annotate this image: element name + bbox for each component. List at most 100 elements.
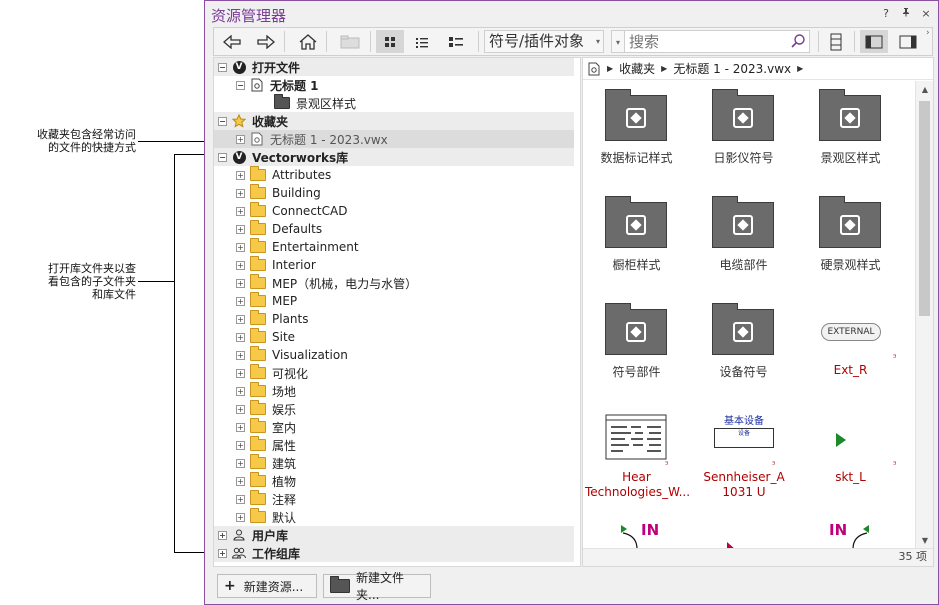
- resource-item-symbol[interactable]: ᴲ Hear Technologies_W...: [583, 402, 690, 502]
- resource-item-symbol[interactable]: EXTERNAL ᴲ Ext_R: [797, 295, 904, 395]
- tree-item-library-folder[interactable]: + Defaults: [214, 220, 574, 238]
- tree-item-library-folder[interactable]: + Visualization: [214, 346, 574, 364]
- toolbar-overflow-icon[interactable]: ›: [926, 28, 930, 38]
- close-button[interactable]: ×: [919, 7, 933, 20]
- resource-item-folder[interactable]: 符号部件: [583, 295, 690, 395]
- forward-button[interactable]: [252, 30, 280, 53]
- new-folder-button[interactable]: 新建文件夹...: [323, 571, 431, 602]
- tree-item-library-folder[interactable]: + 植物: [214, 472, 574, 490]
- tree-item-favorite-file[interactable]: + 无标题 1 - 2023.vwx: [214, 130, 574, 148]
- tree-item-library-folder[interactable]: + 注释: [214, 490, 574, 508]
- resource-item-folder[interactable]: 设备符号: [690, 295, 797, 395]
- folder-icon: [250, 508, 266, 523]
- collapse-icon[interactable]: −: [236, 80, 245, 90]
- tree-item-library-folder[interactable]: + 属性: [214, 436, 574, 454]
- tree-item-subfolder[interactable]: 景观区样式: [214, 94, 574, 112]
- help-button[interactable]: ?: [879, 7, 893, 20]
- expand-icon[interactable]: +: [236, 494, 245, 504]
- expand-icon[interactable]: +: [236, 278, 245, 288]
- show-detail-pane-button[interactable]: [894, 30, 922, 53]
- tree-item-library-folder[interactable]: + 室内: [214, 418, 574, 436]
- resource-item-folder[interactable]: 橱柜样式: [583, 188, 690, 288]
- resource-item-folder[interactable]: 电缆部件: [690, 188, 797, 288]
- thumbnail-view-button[interactable]: [376, 30, 404, 53]
- breadcrumb-item[interactable]: 收藏夹: [619, 60, 655, 77]
- resource-item-folder[interactable]: 数据标记样式: [583, 81, 690, 181]
- tree-item-library-folder[interactable]: + MEP（机械，电力与水管）: [214, 274, 574, 292]
- expand-icon[interactable]: +: [236, 476, 245, 486]
- section-favorites[interactable]: − 收藏夹: [214, 112, 574, 130]
- preview-pane-button[interactable]: [822, 30, 850, 53]
- resource-item-folder[interactable]: 景观区样式: [797, 81, 904, 181]
- back-button[interactable]: [218, 30, 246, 53]
- breadcrumb-item[interactable]: 无标题 1 - 2023.vwx: [673, 60, 791, 77]
- new-resource-button[interactable]: + 新建资源...: [217, 574, 317, 598]
- tree-item-library-folder[interactable]: + Attributes: [214, 166, 574, 184]
- resource-item-folder[interactable]: 硬景观样式: [797, 188, 904, 288]
- list-view-button[interactable]: [408, 30, 436, 53]
- expand-icon[interactable]: +: [236, 458, 245, 468]
- home-button[interactable]: [294, 30, 322, 53]
- expand-icon[interactable]: +: [236, 440, 245, 450]
- expand-icon[interactable]: +: [236, 170, 245, 180]
- resource-item-symbol[interactable]: [690, 509, 797, 549]
- tree-item-library-folder[interactable]: + MEP: [214, 292, 574, 310]
- expand-icon[interactable]: +: [236, 188, 245, 198]
- tree-item-library-folder[interactable]: + ConnectCAD: [214, 202, 574, 220]
- folder-icon: [250, 382, 266, 397]
- resource-item-symbol[interactable]: 基本设备 设备 ᴲ Sennheiser_A 1031 U: [690, 402, 797, 502]
- expand-icon[interactable]: +: [236, 512, 245, 522]
- collapse-icon[interactable]: −: [218, 116, 227, 126]
- section-open-files[interactable]: − V 打开文件: [214, 58, 574, 76]
- collapse-icon[interactable]: −: [218, 152, 227, 162]
- expand-icon[interactable]: +: [236, 296, 245, 306]
- resource-item-symbol[interactable]: IN: [797, 509, 904, 549]
- scroll-up-icon[interactable]: ▲: [920, 85, 930, 94]
- tree-item-library-folder[interactable]: + 可视化: [214, 364, 574, 382]
- section-workgroup-library[interactable]: + 工作组库: [214, 544, 574, 562]
- expand-icon[interactable]: +: [236, 314, 245, 324]
- expand-icon[interactable]: +: [236, 224, 245, 234]
- up-folder-button[interactable]: [336, 30, 364, 53]
- tree-item-library-folder[interactable]: + 娱乐: [214, 400, 574, 418]
- tree-item-library-folder[interactable]: + Interior: [214, 256, 574, 274]
- search-scope-dropdown[interactable]: ▾: [611, 30, 625, 53]
- expand-icon[interactable]: +: [236, 134, 245, 144]
- detail-view-button[interactable]: [442, 30, 470, 53]
- expand-icon[interactable]: +: [236, 422, 245, 432]
- expand-icon[interactable]: +: [236, 242, 245, 252]
- scroll-down-icon[interactable]: ▼: [920, 536, 930, 545]
- tree-item-library-folder[interactable]: + Plants: [214, 310, 574, 328]
- resource-item-symbol[interactable]: IN: [583, 509, 690, 549]
- expand-icon[interactable]: +: [218, 530, 227, 540]
- section-vectorworks-library[interactable]: − V Vectorworks库: [214, 148, 574, 166]
- folder-icon: [250, 238, 266, 253]
- tree-item-library-folder[interactable]: + 建筑: [214, 454, 574, 472]
- tree-item-library-folder[interactable]: + Building: [214, 184, 574, 202]
- tree-item-label: Attributes: [272, 168, 332, 182]
- expand-icon[interactable]: +: [236, 260, 245, 270]
- expand-icon[interactable]: +: [236, 404, 245, 414]
- scrollbar-thumb[interactable]: [919, 101, 930, 316]
- tree-item-open-file[interactable]: − 无标题 1: [214, 76, 574, 94]
- pin-button[interactable]: [899, 7, 913, 20]
- search-icon[interactable]: [790, 33, 806, 49]
- resource-type-dropdown[interactable]: 符号/插件对象 ▾: [484, 30, 604, 53]
- vertical-scrollbar[interactable]: ▲ ▼: [915, 81, 933, 549]
- resource-item-folder[interactable]: 日影仪符号: [690, 81, 797, 181]
- expand-icon[interactable]: +: [236, 350, 245, 360]
- expand-icon[interactable]: +: [236, 332, 245, 342]
- search-input[interactable]: [625, 31, 785, 52]
- collapse-icon[interactable]: −: [218, 62, 227, 72]
- show-tree-pane-button[interactable]: [860, 30, 888, 53]
- expand-icon[interactable]: +: [236, 206, 245, 216]
- expand-icon[interactable]: +: [236, 386, 245, 396]
- resource-item-symbol[interactable]: ᴲ skt_L: [797, 402, 904, 502]
- expand-icon[interactable]: +: [218, 548, 227, 558]
- tree-item-library-folder[interactable]: + Site: [214, 328, 574, 346]
- tree-item-library-folder[interactable]: + 场地: [214, 382, 574, 400]
- expand-icon[interactable]: +: [236, 368, 245, 378]
- section-user-library[interactable]: + 用户库: [214, 526, 574, 544]
- tree-item-library-folder[interactable]: + Entertainment: [214, 238, 574, 256]
- tree-item-library-folder[interactable]: + 默认: [214, 508, 574, 526]
